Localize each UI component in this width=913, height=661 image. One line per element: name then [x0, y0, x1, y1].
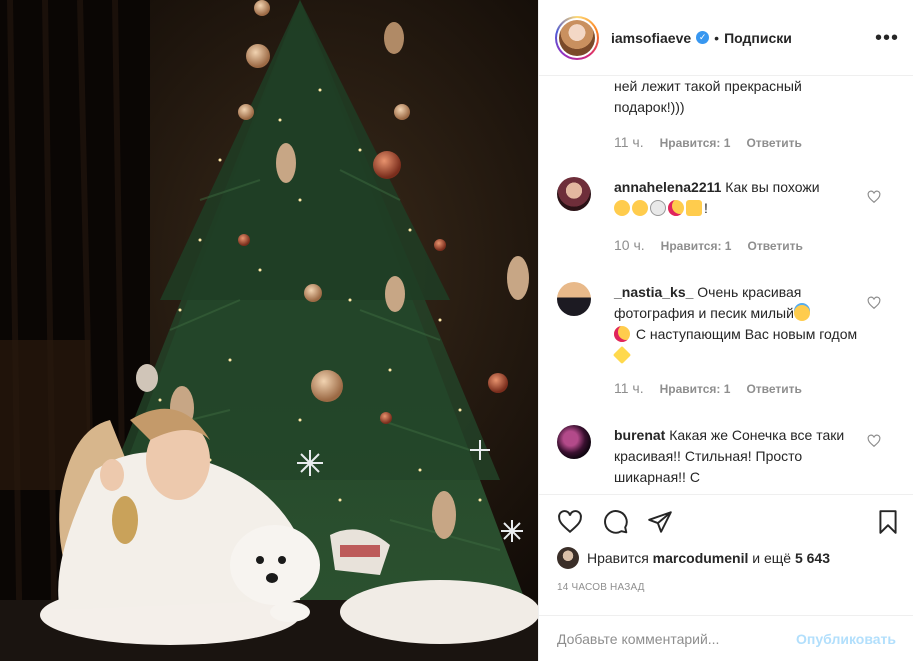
like-comment-heart-icon[interactable]	[867, 296, 881, 310]
like-comment-heart-icon[interactable]	[867, 190, 881, 204]
commenter-username[interactable]: annahelena2211	[614, 179, 721, 195]
likes-prefix: Нравится	[587, 550, 649, 566]
smiling-halo-emoji-icon	[793, 305, 810, 321]
following-button[interactable]: Подписки	[724, 30, 792, 46]
comment-text: burenat Какая же Сонечка все таки красив…	[614, 425, 859, 488]
heart-eyes-emoji-icon	[614, 326, 630, 342]
comment-likes[interactable]: Нравится: 1	[660, 380, 731, 396]
commenter-username[interactable]: _nastia_ks_	[614, 284, 693, 300]
publish-button[interactable]: Опубликовать	[796, 631, 896, 647]
comment-meta: 10 ч. Нравится: 1 Ответить	[614, 237, 803, 253]
comment-meta: 11 ч. Нравится: 1 Ответить	[614, 134, 802, 150]
comment-body: Как вы похожи	[725, 179, 820, 195]
comment-bubble-icon[interactable]	[603, 509, 629, 535]
comment-time[interactable]: 10 ч.	[614, 237, 645, 253]
like-heart-icon[interactable]	[557, 509, 583, 535]
heart-eyes-emoji-icon	[668, 200, 684, 216]
comment-text: _nastia_ks_ Очень красивая фотография и …	[612, 282, 859, 366]
post-header: iamsofiaeve ✓ • Подписки •••	[539, 0, 913, 76]
post-timestamp[interactable]: 14 часов назад	[557, 582, 645, 593]
smile-emoji-icon	[614, 200, 630, 216]
likes-summary: Нравится marcodumenil и ещё 5 643	[557, 545, 830, 571]
add-comment-bar: Опубликовать	[539, 615, 913, 661]
comment-meta: 11 ч. Нравится: 1 Ответить	[614, 380, 802, 396]
action-bar	[539, 494, 913, 542]
comment-input[interactable]	[557, 630, 797, 647]
comment-time[interactable]: 11 ч.	[614, 134, 644, 150]
header-separator: •	[714, 29, 720, 46]
comment-text: ней лежит такой прекрасный подарок!)))	[614, 78, 802, 115]
reply-button[interactable]: Ответить	[747, 237, 802, 253]
comments-list[interactable]: ней лежит такой прекрасный подарок!))) 1…	[539, 77, 913, 494]
comment-likes[interactable]: Нравится: 1	[660, 134, 731, 150]
commenter-avatar[interactable]	[557, 425, 591, 459]
save-bookmark-icon[interactable]	[875, 509, 901, 535]
author-avatar[interactable]	[555, 15, 599, 60]
christmas-tree-photo	[0, 0, 538, 661]
reply-button[interactable]: Ответить	[746, 134, 801, 150]
reply-button[interactable]: Ответить	[746, 380, 801, 396]
thumbs-up-emoji-icon	[686, 200, 702, 216]
sparkles-emoji-icon	[612, 345, 632, 365]
grin-sweat-emoji-icon	[632, 200, 648, 216]
commenter-avatar[interactable]	[557, 177, 591, 211]
comment-text: annahelena2211 Как вы похожи !	[614, 177, 859, 219]
verified-badge-icon: ✓	[696, 31, 710, 44]
likes-conj: и ещё	[752, 550, 792, 566]
share-paper-plane-icon[interactable]	[647, 509, 673, 535]
more-options-icon[interactable]: •••	[875, 28, 899, 48]
comment-trailing: !	[704, 200, 708, 216]
like-comment-heart-icon[interactable]	[867, 434, 881, 448]
comment-likes[interactable]: Нравится: 1	[661, 237, 732, 253]
post-side-panel: iamsofiaeve ✓ • Подписки ••• ней лежит т…	[538, 0, 913, 661]
liker-avatar[interactable]	[557, 547, 579, 569]
commenter-username[interactable]: burenat	[614, 427, 665, 443]
comment-body-2: С наступающим Вас новым годом	[635, 326, 858, 342]
author-username[interactable]: iamsofiaeve	[611, 30, 691, 46]
commenter-avatar[interactable]	[557, 282, 591, 316]
ghost-emoji-icon	[650, 200, 666, 216]
post-photo[interactable]	[0, 0, 538, 661]
liker-username[interactable]: marcodumenil	[653, 550, 749, 566]
likes-count[interactable]: 5 643	[795, 550, 830, 566]
comment-time[interactable]: 11 ч.	[614, 380, 644, 396]
